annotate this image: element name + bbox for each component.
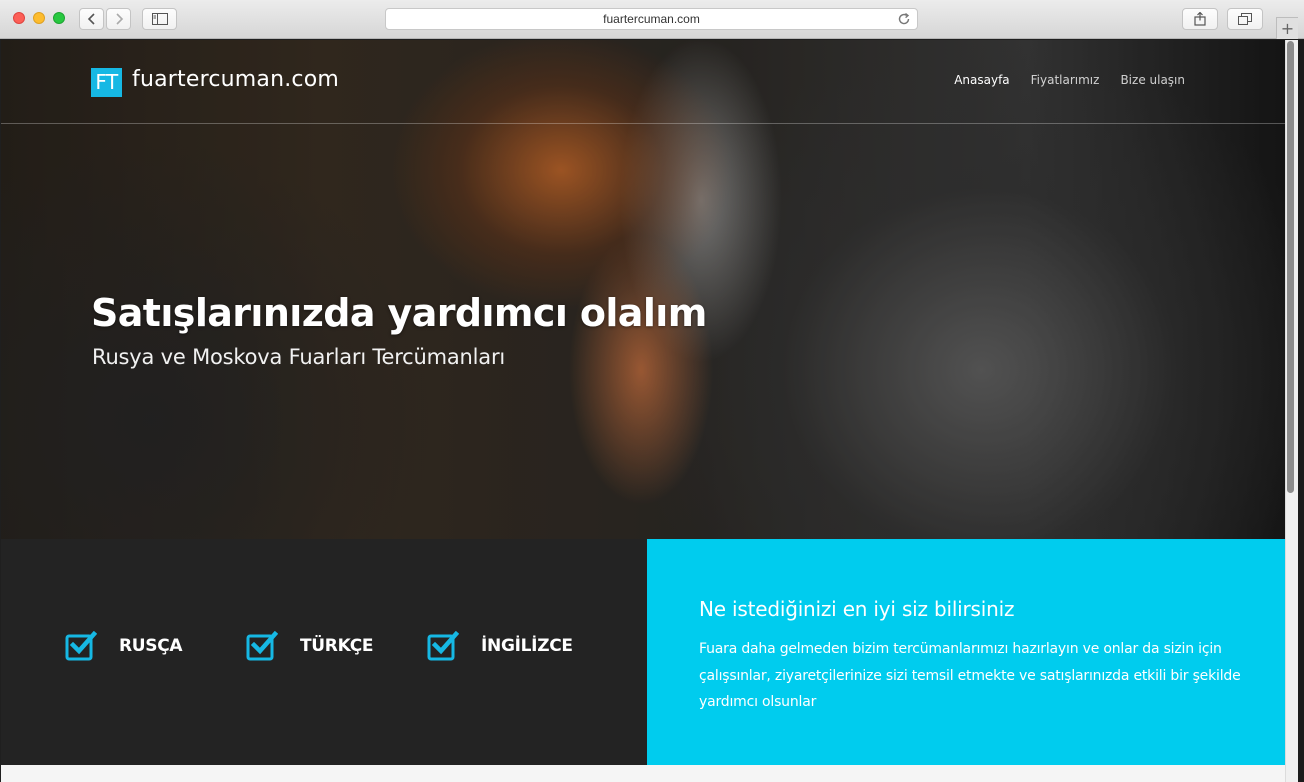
share-button[interactable] <box>1182 8 1218 30</box>
logo-badge[interactable]: FT <box>91 68 122 97</box>
browser-toolbar: fuartercuman.com + <box>0 0 1304 39</box>
background-window-edge <box>1298 40 1304 782</box>
back-button[interactable] <box>79 8 104 30</box>
page-viewport: FT fuartercuman.com Anasayfa Fiyatlarımı… <box>1 40 1285 782</box>
sidebar-button[interactable] <box>142 8 177 30</box>
scrollbar-thumb[interactable] <box>1287 41 1294 493</box>
next-section <box>1 765 1285 782</box>
nav-link-home[interactable]: Anasayfa <box>954 73 1009 87</box>
address-bar[interactable]: fuartercuman.com <box>385 8 918 30</box>
checkbox-checked-icon <box>427 631 459 661</box>
hero-section: FT fuartercuman.com Anasayfa Fiyatlarımı… <box>1 40 1285 539</box>
language-item-english: İNGİLİZCE <box>427 631 573 661</box>
language-label: İNGİLİZCE <box>481 636 573 656</box>
main-nav: Anasayfa Fiyatlarımız Bize ulaşın <box>954 73 1185 87</box>
site-header: FT fuartercuman.com Anasayfa Fiyatlarımı… <box>1 40 1285 124</box>
url-text: fuartercuman.com <box>603 12 700 26</box>
language-item-turkish: TÜRKÇE <box>246 631 374 661</box>
close-window-button[interactable] <box>13 12 25 24</box>
forward-button[interactable] <box>106 8 131 30</box>
tabs-overview-button[interactable] <box>1227 8 1263 30</box>
chevron-left-icon <box>87 13 95 25</box>
chevron-right-icon <box>115 13 123 25</box>
zoom-window-button[interactable] <box>53 12 65 24</box>
info-heading: Ne istediğinizi en iyi siz bilirsiniz <box>699 597 1015 621</box>
language-label: TÜRKÇE <box>300 636 374 656</box>
checkbox-checked-icon <box>65 631 97 661</box>
share-icon <box>1194 12 1206 26</box>
reload-icon[interactable] <box>897 12 911 26</box>
language-label: RUSÇA <box>119 636 183 656</box>
hero-subtitle: Rusya ve Moskova Fuarları Tercümanları <box>92 345 506 369</box>
nav-link-contact[interactable]: Bize ulaşın <box>1120 73 1185 87</box>
info-text: Fuara daha gelmeden bizim tercümanlarımı… <box>699 641 1241 710</box>
tabs-icon <box>1238 13 1252 25</box>
new-tab-button[interactable]: + <box>1276 17 1298 39</box>
checkbox-checked-icon <box>246 631 278 661</box>
nav-link-prices[interactable]: Fiyatlarımız <box>1031 73 1100 87</box>
hero-title: Satışlarınızda yardımcı olalım <box>91 291 707 335</box>
minimize-window-button[interactable] <box>33 12 45 24</box>
language-item-russian: RUSÇA <box>65 631 183 661</box>
logo-text[interactable]: fuartercuman.com <box>132 67 339 92</box>
sidebar-icon <box>151 13 168 25</box>
plus-icon: + <box>1280 19 1295 38</box>
